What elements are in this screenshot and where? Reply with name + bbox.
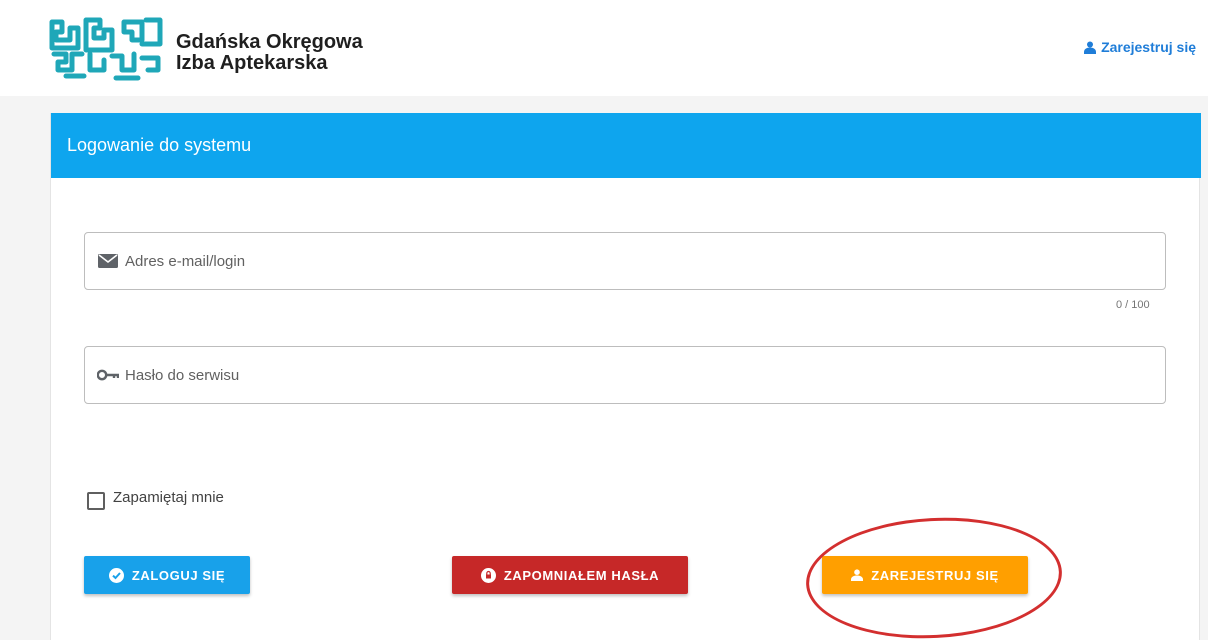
login-button[interactable]: ZALOGUJ SIĘ	[84, 556, 250, 594]
email-placeholder: Adres e-mail/login	[125, 252, 246, 270]
key-icon	[97, 367, 119, 383]
email-char-counter: 0 / 100	[1116, 299, 1150, 311]
register-button[interactable]: ZAREJESTRUJ SIĘ	[822, 556, 1028, 594]
forgot-password-label: ZAPOMNIAŁEM HASŁA	[503, 567, 660, 583]
email-field[interactable]: Adres e-mail/login	[84, 232, 1166, 290]
password-field[interactable]: Hasło do serwisu	[84, 346, 1166, 404]
login-card-header: Logowanie do systemu	[51, 113, 1201, 178]
login-button-label: ZALOGUJ SIĘ	[131, 567, 226, 583]
remember-me[interactable]: Zapamiętaj mnie	[87, 484, 224, 510]
brand-name: Gdańska Okręgowa Izba Aptekarska	[176, 32, 363, 74]
chamber-logo	[49, 17, 163, 81]
check-circle-icon	[108, 567, 124, 583]
lock-reset-icon	[480, 567, 496, 583]
password-placeholder: Hasło do serwisu	[125, 366, 240, 384]
brand-line-2: Izba Aptekarska	[176, 52, 328, 74]
user-icon	[1084, 41, 1097, 54]
header-register-label: Zarejestruj się	[1101, 39, 1196, 55]
envelope-icon	[97, 253, 119, 269]
brand-line-1: Gdańska Okręgowa	[176, 31, 363, 53]
remember-me-label: Zapamiętaj mnie	[113, 488, 224, 506]
user-icon	[851, 569, 864, 581]
forgot-password-button[interactable]: ZAPOMNIAŁEM HASŁA	[452, 556, 688, 594]
remember-me-checkbox[interactable]	[87, 492, 105, 510]
register-button-label: ZAREJESTRUJ SIĘ	[871, 567, 999, 583]
login-card: Logowanie do systemu Adres e-mail/login …	[50, 113, 1201, 640]
login-card-title: Logowanie do systemu	[67, 135, 252, 155]
header-register-link[interactable]: Zarejestruj się	[1084, 39, 1196, 55]
top-header: Gdańska Okręgowa Izba Aptekarska Zarejes…	[0, 0, 1208, 96]
